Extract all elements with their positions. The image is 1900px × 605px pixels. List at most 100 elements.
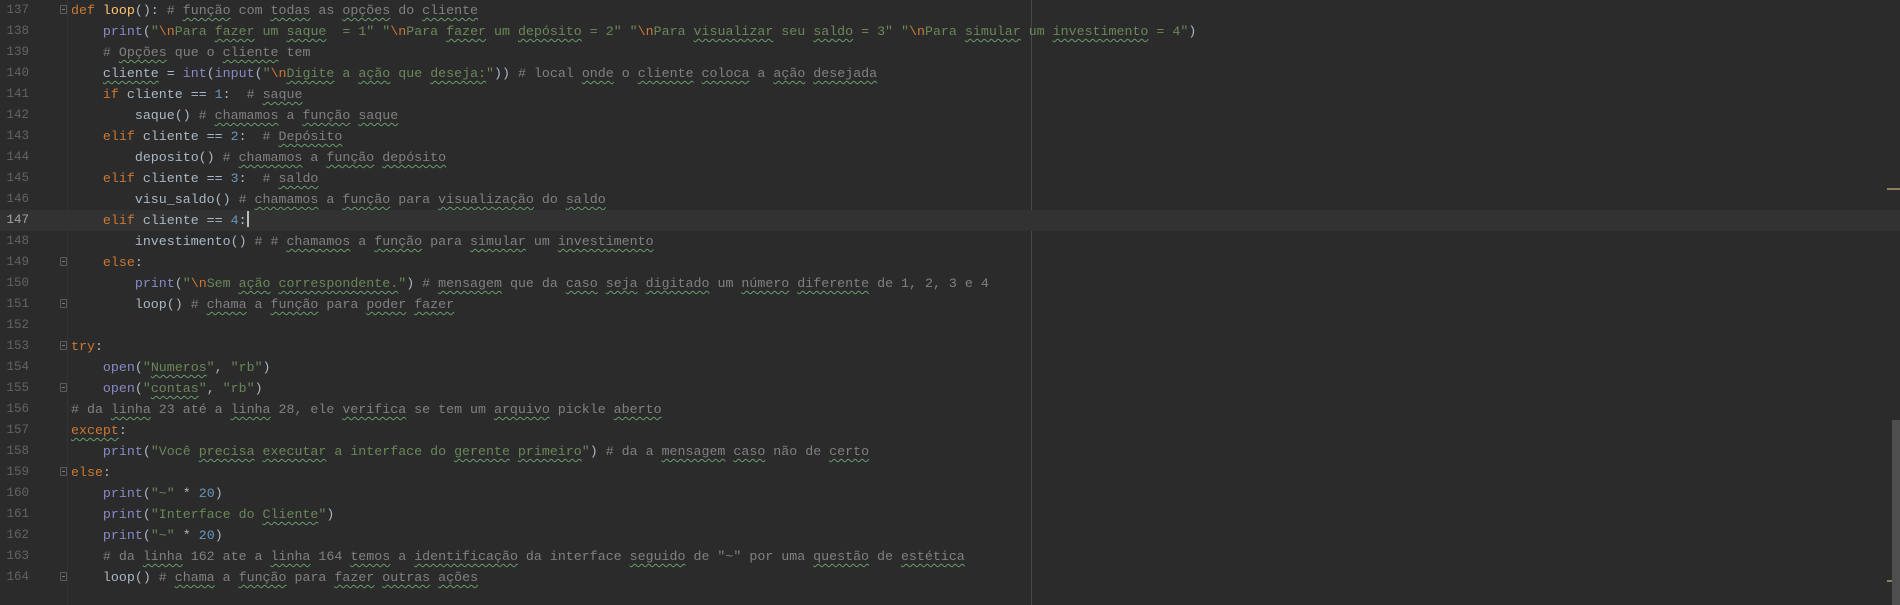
code-text[interactable]: try:	[71, 336, 103, 357]
fold-icon[interactable]	[60, 5, 67, 14]
code-line[interactable]: 164 loop() # chama a função para fazer o…	[0, 567, 1900, 588]
code-token: ))	[494, 66, 518, 81]
code-line[interactable]: 160 print("~" * 20)	[0, 483, 1900, 504]
code-line[interactable]: 162 print("~" * 20)	[0, 525, 1900, 546]
code-token: ,	[214, 360, 231, 375]
code-text[interactable]: elif cliente == 4:	[71, 210, 249, 231]
code-token: try	[71, 339, 95, 354]
code-line[interactable]: 147 elif cliente == 4:	[0, 210, 1900, 231]
spellcheck-token: função	[270, 297, 319, 312]
code-token: deposito()	[71, 150, 223, 165]
code-token: \n	[637, 24, 654, 39]
code-line[interactable]: 155 open("contas", "rb")	[0, 378, 1900, 399]
code-line[interactable]: 138 print("\nPara fazer um saque = 1" "\…	[0, 21, 1900, 42]
code-text[interactable]: # Opções que o cliente tem	[71, 42, 311, 63]
warning-marker[interactable]	[1887, 188, 1900, 190]
code-token: Para	[406, 24, 447, 39]
code-editor[interactable]: 137 def loop(): # função com todas as opç…	[0, 0, 1900, 605]
code-text[interactable]: else:	[71, 252, 143, 273]
code-line[interactable]: 150 print("\nSem ação correspondente.") …	[0, 273, 1900, 294]
code-token: :	[238, 171, 263, 186]
line-number: 157	[6, 423, 29, 437]
spellcheck-token: opções	[342, 3, 391, 18]
fold-icon[interactable]	[60, 299, 67, 308]
code-text[interactable]: print("Interface do Cliente")	[71, 504, 334, 525]
code-line[interactable]: 163 # da linha 162 ate a linha 164 temos…	[0, 546, 1900, 567]
code-line[interactable]: 159 else:	[0, 462, 1900, 483]
spellcheck-token: simular	[964, 24, 1021, 39]
code-token: :	[118, 423, 127, 438]
spellcheck-token: função	[326, 150, 375, 165]
code-line[interactable]: 143 elif cliente == 2: # Depósito	[0, 126, 1900, 147]
code-line[interactable]: 139 # Opções que o cliente tem	[0, 42, 1900, 63]
line-number: 161	[6, 507, 29, 521]
vertical-scrollbar-thumb[interactable]	[1892, 420, 1900, 605]
fold-icon[interactable]	[60, 341, 67, 350]
code-text[interactable]: open("Numeros", "rb")	[71, 357, 271, 378]
code-text[interactable]: loop() # chama a função para fazer outra…	[71, 567, 478, 588]
code-text[interactable]: loop() # chama a função para poder fazer	[71, 294, 454, 315]
code-token: loop	[102, 3, 135, 18]
code-token: 28, ele	[270, 402, 343, 417]
code-text[interactable]: else:	[71, 462, 111, 483]
code-text[interactable]: print("~" * 20)	[71, 525, 223, 546]
code-line[interactable]: 156 # da linha 23 até a linha 28, ele ver…	[0, 399, 1900, 420]
code-line[interactable]: 145 elif cliente == 3: # saldo	[0, 168, 1900, 189]
code-text[interactable]: print("~" * 20)	[71, 483, 223, 504]
code-token: (	[134, 360, 143, 375]
code-text[interactable]: visu_saldo() # chamamos a função para vi…	[71, 189, 606, 210]
code-text[interactable]: except:	[71, 420, 127, 441]
code-text[interactable]: print("\nSem ação correspondente.") # me…	[71, 273, 989, 294]
code-line[interactable]: 141 if cliente == 1: # saque	[0, 84, 1900, 105]
line-number: 159	[6, 465, 29, 479]
code-text[interactable]: # da linha 162 ate a linha 164 temos a i…	[71, 546, 965, 567]
code-text[interactable]: if cliente == 1: # saque	[71, 84, 303, 105]
code-token: # da	[102, 549, 143, 564]
code-line[interactable]: 144 deposito() # chamamos a função depós…	[0, 147, 1900, 168]
code-text[interactable]: open("contas", "rb")	[71, 378, 263, 399]
code-token: a interface do	[326, 444, 455, 459]
fold-icon[interactable]	[60, 257, 67, 266]
code-line[interactable]: 161 print("Interface do Cliente")	[0, 504, 1900, 525]
code-text[interactable]: investimento() # # chamamos a função par…	[71, 231, 654, 252]
code-token: = 2" "	[581, 24, 638, 39]
code-line[interactable]: 154 open("Numeros", "rb")	[0, 357, 1900, 378]
code-text[interactable]: cliente = int(input("\nDigite a ação que…	[71, 63, 877, 84]
code-line[interactable]: 140 cliente = int(input("\nDigite a ação…	[0, 63, 1900, 84]
spellcheck-token: arquivo	[493, 402, 550, 417]
code-line[interactable]: 157 except:	[0, 420, 1900, 441]
code-text[interactable]: elif cliente == 2: # Depósito	[71, 126, 342, 147]
fold-icon[interactable]	[60, 572, 67, 581]
code-line[interactable]: 158 print("Você precisa executar a inter…	[0, 441, 1900, 462]
spellcheck-token: estética	[900, 549, 965, 564]
code-text[interactable]: # da linha 23 até a linha 28, ele verifi…	[71, 399, 662, 420]
fold-icon[interactable]	[60, 467, 67, 476]
code-text[interactable]: print("\nPara fazer um saque = 1" "\nPar…	[71, 21, 1196, 42]
code-line[interactable]: 142 saque() # chamamos a função saque	[0, 105, 1900, 126]
code-token: 164	[310, 549, 351, 564]
code-token: = 1" "	[326, 24, 391, 39]
code-line[interactable]: 151 loop() # chama a função para poder f…	[0, 294, 1900, 315]
fold-icon[interactable]	[60, 383, 67, 392]
code-token: "rb"	[222, 381, 255, 396]
code-text[interactable]: elif cliente == 3: # saldo	[71, 168, 319, 189]
code-text[interactable]: print("Você precisa executar a interface…	[71, 441, 869, 462]
code-line[interactable]: 146 visu_saldo() # chamamos a função par…	[0, 189, 1900, 210]
code-text[interactable]: saque() # chamamos a função saque	[71, 105, 398, 126]
code-line[interactable]: 153 try:	[0, 336, 1900, 357]
code-token: (	[142, 528, 151, 543]
code-token: a	[214, 570, 239, 585]
code-line[interactable]: 149 else:	[0, 252, 1900, 273]
code-line[interactable]: 137 def loop(): # função com todas as opç…	[0, 0, 1900, 21]
code-line[interactable]: 152	[0, 315, 1900, 336]
code-line[interactable]: 148 investimento() # # chamamos a função…	[0, 231, 1900, 252]
spellcheck-token: correspondente.	[278, 276, 399, 291]
code-text[interactable]: deposito() # chamamos a função depósito	[71, 147, 446, 168]
code-token: :	[134, 255, 143, 270]
spellcheck-token: cliente	[222, 45, 279, 60]
code-text[interactable]: def loop(): # função com todas as opções…	[71, 0, 478, 21]
